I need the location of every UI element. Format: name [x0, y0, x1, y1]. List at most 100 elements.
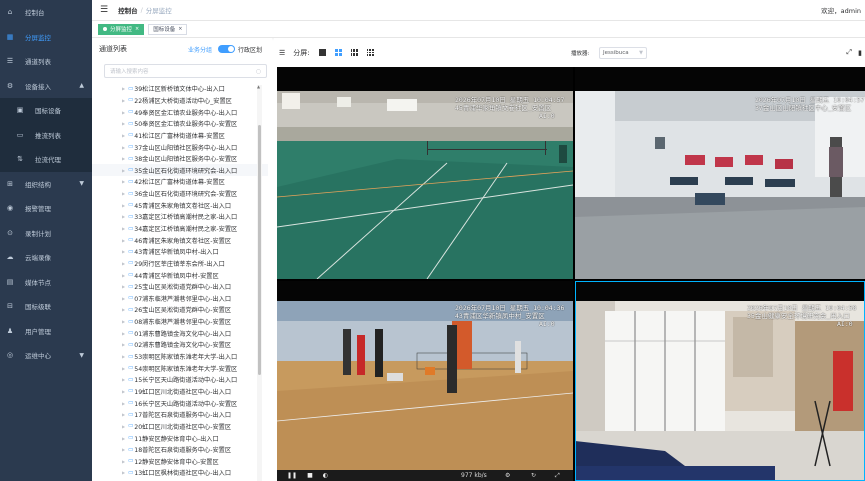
caret-right-icon[interactable]: ▶ — [122, 179, 125, 184]
caret-right-icon[interactable]: ▶ — [122, 354, 125, 359]
channel-tree-item[interactable]: ▶ ▭ 45青浦区朱家角镇文卷社区-出入口 — [92, 199, 268, 211]
channel-tree-item[interactable]: ▶ ▭ 36金山区石化街道环境研究会-安置区 — [92, 188, 268, 200]
caret-right-icon[interactable]: ▶ — [122, 249, 125, 254]
region-option[interactable]: 行政区划 — [238, 45, 262, 54]
tree-scrollbar-thumb[interactable] — [258, 125, 261, 375]
channel-tree-item[interactable]: ▶ ▭ 12静安区静安体育中心-安置区 — [92, 456, 268, 468]
channel-tree-item[interactable]: ▶ ▭ 34嘉定区江桥镇高潮村民之家-安置区 — [92, 223, 268, 235]
caret-right-icon[interactable]: ▶ — [122, 377, 125, 382]
hamburger-icon[interactable]: ☰ — [100, 5, 108, 15]
caret-right-icon[interactable]: ▶ — [122, 389, 125, 394]
group-toggle-switch[interactable] — [218, 45, 235, 53]
channel-tree-item[interactable]: ▶ ▭ 01浦东曹路镇金海文化中心-出入口 — [92, 327, 268, 339]
channel-tree-item[interactable]: ▶ ▭ 38金山区山阳镇社区服务中心-安置区 — [92, 153, 268, 165]
channel-tree-item[interactable]: ▶ ▭ 29闵行区莘庄镇莘东会所-出入口 — [92, 258, 268, 270]
sidebar-item-alarm[interactable]: ◉ 报警管理 — [0, 196, 92, 221]
caret-right-icon[interactable]: ▶ — [122, 98, 125, 103]
caret-right-icon[interactable]: ▶ — [122, 261, 125, 266]
caret-right-icon[interactable]: ▶ — [122, 447, 125, 452]
caret-right-icon[interactable]: ▶ — [122, 86, 125, 91]
caret-right-icon[interactable]: ▶ — [122, 133, 125, 138]
channel-tree-item[interactable]: ▶ ▭ 22杨浦区大桥街道活动中心_安置区 — [92, 95, 268, 107]
caret-right-icon[interactable]: ▶ — [122, 203, 125, 208]
channel-tree-item[interactable]: ▶ ▭ 25宝山区吴淞街道党群中心-出入口 — [92, 281, 268, 293]
channel-tree-item[interactable]: ▶ ▭ 20虹口区川北街道社区中心-安置区 — [92, 421, 268, 433]
caret-right-icon[interactable]: ▶ — [122, 156, 125, 161]
channel-tree-item[interactable]: ▶ ▭ 43青浦区华新镇凤中村-出入口 — [92, 246, 268, 258]
caret-right-icon[interactable]: ▶ — [122, 191, 125, 196]
video-cell-1[interactable]: 2026年07月10日 星期五 10:04:57 45青浦华家角镇文卷社区_安置… — [277, 67, 573, 279]
channel-tree-item[interactable]: ▶ ▭ 37金山区山阳镇社区服务中心-出入口 — [92, 141, 268, 153]
channel-search-input[interactable]: 请输入搜索内容 ○ — [104, 64, 267, 78]
caret-right-icon[interactable]: ▶ — [122, 424, 125, 429]
sidebar-item-split-screen[interactable]: ▦ 分屏监控 — [0, 25, 92, 50]
welcome-text[interactable]: 欢迎，admin — [821, 5, 861, 15]
channel-tree-item[interactable]: ▶ ▭ 11静安区静安体育中心-出入口 — [92, 432, 268, 444]
channel-tree-item[interactable]: ▶ ▭ 39松江区新桥镇文体中心-出入口 — [92, 83, 268, 95]
channel-tree-item[interactable]: ▶ ▭ 19虹口区川北街道社区中心-出入口 — [92, 386, 268, 398]
fullscreen-icon[interactable]: ⤢ — [846, 48, 852, 57]
business-group-option[interactable]: 业务分组 — [188, 45, 212, 54]
channel-tree-item[interactable]: ▶ ▭ 08浦东临港芦潮巷邻里中心-安置区 — [92, 316, 268, 328]
channel-tree-item[interactable]: ▶ ▭ 50奉贤区金汇镇农业服务中心-安置区 — [92, 118, 268, 130]
close-all-icon[interactable]: ▮ — [858, 49, 862, 57]
sidebar-item-cloud-record[interactable]: ☁ 云端录像 — [0, 245, 92, 270]
sidebar-item-pull-proxy[interactable]: ⇅ 拉流代理 — [0, 147, 92, 172]
channel-tree-item[interactable]: ▶ ▭ 33嘉定区江桥镇高潮村民之家-出入口 — [92, 211, 268, 223]
channel-tree-item[interactable]: ▶ ▭ 18普陀区石泉街道服务中心-安置区 — [92, 444, 268, 456]
sidebar-item-device-access[interactable]: ⚙ 设备接入 ▲ — [0, 74, 92, 99]
caret-right-icon[interactable]: ▶ — [122, 319, 125, 324]
caret-right-icon[interactable]: ▶ — [122, 168, 125, 173]
layout-6-icon[interactable] — [350, 49, 358, 56]
layout-9-icon[interactable] — [366, 49, 374, 56]
pause-icon[interactable]: ❚❚ — [287, 472, 297, 479]
channel-tree-item[interactable]: ▶ ▭ 17普陀区石泉街道服务中心-出入口 — [92, 409, 268, 421]
channel-tree-item[interactable]: ▶ ▭ 13虹口区枫林街道社区中心-出入口 — [92, 467, 268, 479]
channel-tree-item[interactable]: ▶ ▭ 44青浦区华新镇凤中村-安置区 — [92, 269, 268, 281]
channel-tree-item[interactable]: ▶ ▭ 35金山区石化街道环境研究会-出入口 — [92, 164, 268, 177]
channel-tree-item[interactable]: ▶ ▭ 42松江区广富林街道体幕-安置区 — [92, 176, 268, 188]
sidebar-item-media-node[interactable]: ▤ 媒体节点 — [0, 270, 92, 295]
sidebar-item-cascade[interactable]: ⊟ 国标级联 — [0, 294, 92, 319]
channel-tree-item[interactable]: ▶ ▭ 26宝山区吴淞街道党群中心-安置区 — [92, 304, 268, 316]
scroll-up-arrow-icon[interactable]: ▲ — [257, 84, 260, 89]
caret-right-icon[interactable]: ▶ — [122, 342, 125, 347]
caret-right-icon[interactable]: ▶ — [122, 436, 125, 441]
video-cell-2[interactable]: 2026年07月10日 星期五 10:04:57 37金山区山阳镇社区中心_安置… — [575, 67, 865, 279]
sidebar-item-org-structure[interactable]: ⊞ 组织结构 ▼ — [0, 172, 92, 197]
channel-tree-item[interactable]: ▶ ▭ 53崇明区陈家镇东滩老年大学-出入口 — [92, 351, 268, 363]
channel-tree-item[interactable]: ▶ ▭ 02浦东曹路镇金海文化中心-安置区 — [92, 339, 268, 351]
caret-right-icon[interactable]: ▶ — [122, 401, 125, 406]
tag-national-device[interactable]: 国标设备 × — [148, 23, 188, 35]
tag-close-icon[interactable]: × — [178, 26, 182, 32]
sidebar-item-national-device[interactable]: ▣ 国标设备 — [0, 98, 92, 123]
caret-right-icon[interactable]: ▶ — [122, 214, 125, 219]
channel-tree-item[interactable]: ▶ ▭ 07浦东临港芦潮巷邻里中心-出入口 — [92, 293, 268, 305]
snapshot-icon[interactable]: ⚙ — [505, 472, 510, 479]
cell-fullscreen-icon[interactable]: ⤢ — [555, 472, 560, 480]
caret-right-icon[interactable]: ▶ — [122, 366, 125, 371]
layout-1-icon[interactable] — [318, 49, 326, 56]
sidebar-item-ops-center[interactable]: ◎ 运维中心 ▼ — [0, 343, 92, 368]
channel-tree-item[interactable]: ▶ ▭ 46青浦区朱家角镇文卷社区-安置区 — [92, 234, 268, 246]
sidebar-item-record-plan[interactable]: ⊙ 录制计划 — [0, 221, 92, 246]
caret-right-icon[interactable]: ▶ — [122, 284, 125, 289]
search-icon[interactable]: ○ — [256, 68, 261, 75]
caret-right-icon[interactable]: ▶ — [122, 145, 125, 150]
caret-right-icon[interactable]: ▶ — [122, 412, 125, 417]
stop-icon[interactable]: ■ — [307, 472, 313, 479]
caret-right-icon[interactable]: ▶ — [122, 226, 125, 231]
list-toggle-icon[interactable]: ☰ — [279, 49, 285, 57]
caret-right-icon[interactable]: ▶ — [122, 110, 125, 115]
channel-tree-item[interactable]: ▶ ▭ 16长宁区天山路街道活动中心-安置区 — [92, 397, 268, 409]
caret-right-icon[interactable]: ▶ — [122, 331, 125, 336]
caret-right-icon[interactable]: ▶ — [122, 238, 125, 243]
caret-right-icon[interactable]: ▶ — [122, 470, 125, 475]
layout-4-icon[interactable] — [334, 49, 342, 56]
caret-right-icon[interactable]: ▶ — [122, 273, 125, 278]
sidebar-item-dashboard[interactable]: ⌂ 控制台 — [0, 0, 92, 25]
caret-right-icon[interactable]: ▶ — [122, 296, 125, 301]
channel-tree-item[interactable]: ▶ ▭ 54崇明区陈家镇东滩老年大学-安置区 — [92, 362, 268, 374]
channel-tree-item[interactable]: ▶ ▭ 49奉贤区金汇镇农业服务中心-出入口 — [92, 106, 268, 118]
video-cell-3[interactable]: 2026年07月10日 星期五 10:04:36 43青浦区华新镇凤中村_安置区… — [277, 281, 573, 481]
